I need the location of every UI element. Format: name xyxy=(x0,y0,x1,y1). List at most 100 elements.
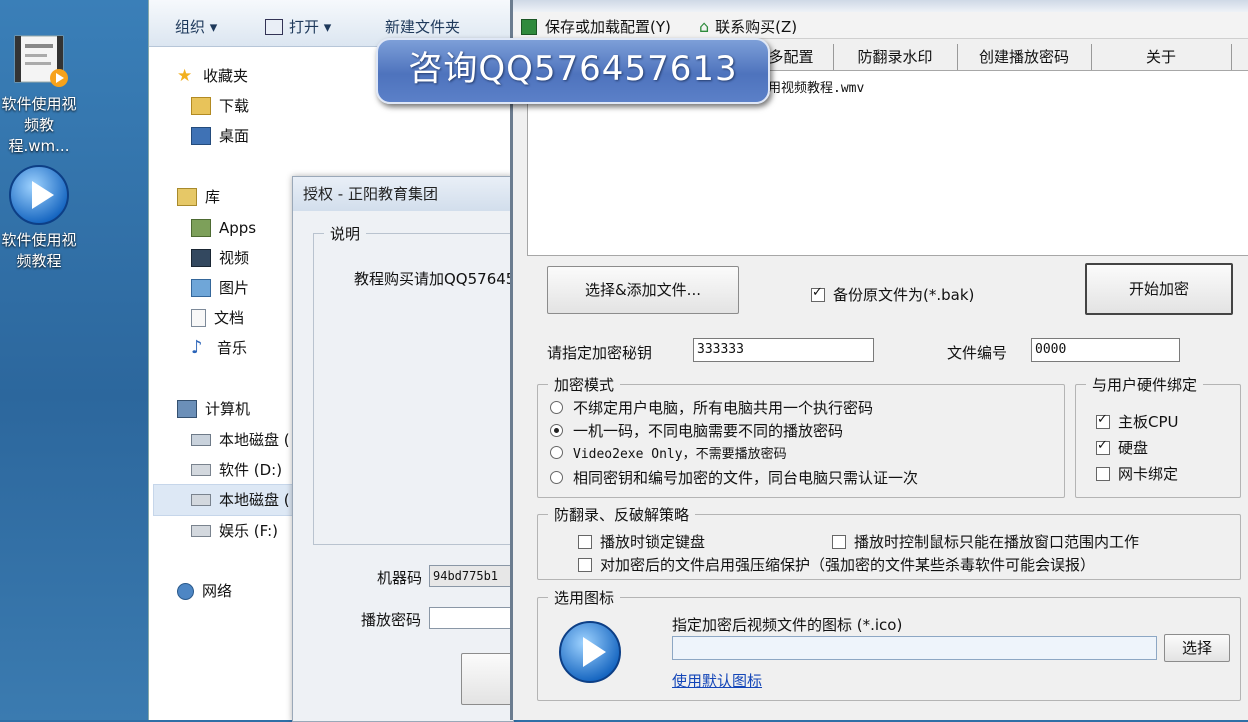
checkbox-icon xyxy=(578,534,592,549)
authorization-dialog: 授权 - 正阳教育集团 说明 教程购买请加QQ57645 机器码 94bd775… xyxy=(292,176,535,722)
home-icon: ⌂ xyxy=(699,17,710,36)
star-icon: ★ xyxy=(177,66,193,86)
mode-option-video2exe[interactable]: Video2exe Only，不需要播放密码 xyxy=(550,443,787,462)
nav-local-disk-e[interactable]: 本地磁盘 ( xyxy=(191,487,290,513)
checkbox-icon xyxy=(1096,412,1110,429)
group-label: 与用户硬件绑定 xyxy=(1086,374,1204,395)
menu-label: 联系购买(Z) xyxy=(715,18,798,36)
hw-option-hard-disk[interactable]: 硬盘 xyxy=(1096,437,1148,458)
checkbox-icon xyxy=(811,285,825,302)
nav-downloads[interactable]: 下载 xyxy=(191,93,249,119)
desktop-icon-player[interactable]: 软件使用视 频教程 xyxy=(0,164,84,272)
description-text: 教程购买请加QQ57645 xyxy=(354,270,516,288)
nav-apps[interactable]: Apps xyxy=(191,215,256,241)
strong-compression-checkbox[interactable]: 对加密后的文件启用强压缩保护（强加密的文件某些杀毒软件可能会误报） xyxy=(578,554,1095,575)
radio-label: Video2exe Only，不需要播放密码 xyxy=(573,447,787,462)
windows-drive-icon xyxy=(191,434,211,446)
mode-option-same-key[interactable]: 相同密钥和编号加密的文件，同台电脑只需认证一次 xyxy=(550,467,918,488)
nav-label: 网络 xyxy=(202,582,233,600)
lock-keyboard-checkbox[interactable]: 播放时锁定键盘 xyxy=(578,531,705,552)
confine-mouse-checkbox[interactable]: 播放时控制鼠标只能在播放窗口范围内工作 xyxy=(832,531,1139,552)
use-default-icon-link[interactable]: 使用默认图标 xyxy=(672,670,762,691)
nav-computer[interactable]: 计算机 xyxy=(177,396,250,422)
open-icon xyxy=(265,18,283,35)
nav-music[interactable]: ♪ 音乐 xyxy=(191,335,247,361)
nav-desktop[interactable]: 桌面 xyxy=(191,123,249,149)
checkbox-icon xyxy=(1096,438,1110,455)
contact-banner: 咨询QQ576457613 xyxy=(376,38,770,104)
nav-entertainment-f[interactable]: 娱乐 (F:) xyxy=(191,518,278,544)
tab-create-play-password[interactable]: 创建播放密码 xyxy=(957,44,1092,70)
anti-crack-group: 防翻录、反破解策略 播放时锁定键盘 播放时控制鼠标只能在播放窗口范围内工作 对加… xyxy=(537,504,1241,580)
radio-label: 一机一码，不同电脑需要不同的播放密码 xyxy=(573,422,844,440)
video-file-icon xyxy=(9,32,69,90)
open-button[interactable]: 打开 ▾ xyxy=(265,16,331,37)
desktop: 软件使用视 频教程.wm... 软件使用视 频教程 xyxy=(0,0,148,720)
nav-documents[interactable]: 文档 xyxy=(191,305,244,331)
checkbox-label: 播放时锁定键盘 xyxy=(600,533,706,551)
nav-label: 文档 xyxy=(214,309,245,327)
music-icon: ♪ xyxy=(191,337,203,358)
icon-description: 指定加密后视频文件的图标 (*.ico) xyxy=(672,616,903,634)
radio-label: 不绑定用户电脑，所有电脑共用一个执行密码 xyxy=(573,399,874,417)
computer-icon xyxy=(177,400,197,418)
key-input[interactable]: 333333 xyxy=(693,338,874,362)
network-icon xyxy=(177,582,194,600)
play-password-label: 播放密码 xyxy=(361,611,422,629)
menu-contact-buy[interactable]: ⌂ 联系购买(Z) xyxy=(699,16,797,37)
dialog-title: 授权 - 正阳教育集团 xyxy=(293,177,513,211)
mode-option-one-machine[interactable]: 一机一码，不同电脑需要不同的播放密码 xyxy=(550,420,843,441)
nav-software-d[interactable]: 软件 (D:) xyxy=(191,457,282,483)
file-number-input[interactable]: 0000 xyxy=(1031,338,1180,362)
icon-select-group: 选用图标 指定加密后视频文件的图标 (*.ico) 选择 使用默认图标 xyxy=(537,587,1241,701)
nav-pictures[interactable]: 图片 xyxy=(191,275,249,301)
file-number-label: 文件编号 xyxy=(947,344,1008,362)
nav-label: 图片 xyxy=(219,279,250,297)
organize-button[interactable]: 组织 ▾ xyxy=(175,16,217,37)
apps-icon xyxy=(191,219,211,237)
menu-bar: 保存或加载配置(Y) ⌂ 联系购买(Z) xyxy=(513,12,1248,39)
icon-path-input[interactable] xyxy=(672,636,1157,660)
hw-option-motherboard-cpu[interactable]: 主板CPU xyxy=(1096,411,1179,432)
select-add-files-button[interactable]: 选择&添加文件... xyxy=(547,266,739,314)
menu-label: 保存或加载配置(Y) xyxy=(545,18,671,36)
nav-label: 下载 xyxy=(219,97,250,115)
title-bar xyxy=(513,0,1248,12)
nav-videos[interactable]: 视频 xyxy=(191,245,249,271)
menu-save-load[interactable]: 保存或加载配置(Y) xyxy=(521,16,671,37)
group-label: 加密模式 xyxy=(548,374,621,395)
tab-anti-record-watermark[interactable]: 防翻录水印 xyxy=(833,44,958,70)
open-button-label: 打开 ▾ xyxy=(289,18,332,36)
choose-icon-button[interactable]: 选择 xyxy=(1164,634,1230,662)
start-encrypt-button[interactable]: 开始加密 xyxy=(1085,263,1233,315)
mode-option-no-bind[interactable]: 不绑定用户电脑，所有电脑共用一个执行密码 xyxy=(550,397,873,418)
checkbox-label: 网卡绑定 xyxy=(1118,465,1179,483)
nav-label: Apps xyxy=(219,219,257,237)
backup-checkbox[interactable]: 备份原文件为(*.bak) xyxy=(811,284,974,305)
save-icon xyxy=(521,18,537,35)
desktop-icon-label: 软件使用视 xyxy=(1,95,77,113)
nav-local-disk-c[interactable]: 本地磁盘 ( xyxy=(191,427,290,453)
checkbox-label: 硬盘 xyxy=(1118,439,1149,457)
nav-label: 收藏夹 xyxy=(203,67,249,85)
nav-favorites[interactable]: ★ 收藏夹 xyxy=(177,63,248,89)
radio-icon xyxy=(550,446,563,459)
desktop-icon-video-file[interactable]: 软件使用视 频教程.wm... xyxy=(0,32,84,157)
download-folder-icon xyxy=(191,97,211,115)
desktop-icon-label: 频教程.wm... xyxy=(8,116,70,155)
nav-label: 计算机 xyxy=(205,400,251,418)
nav-label: 本地磁盘 ( xyxy=(219,431,290,449)
new-folder-button[interactable]: 新建文件夹 xyxy=(385,16,460,37)
picture-icon xyxy=(191,279,211,297)
nav-label: 软件 (D:) xyxy=(219,461,283,479)
machine-code-label: 机器码 xyxy=(377,569,423,587)
tab-about[interactable]: 关于 xyxy=(1091,44,1232,70)
nav-libraries[interactable]: 库 xyxy=(177,184,220,210)
group-label: 说明 xyxy=(324,223,367,244)
group-label: 选用图标 xyxy=(548,587,621,608)
nav-label: 本地磁盘 ( xyxy=(219,491,290,509)
desktop-icon-label: 软件使用视 xyxy=(1,231,77,249)
hw-option-network-card[interactable]: 网卡绑定 xyxy=(1096,463,1178,484)
file-list-item[interactable]: 用视频教程.wmv xyxy=(768,77,864,96)
nav-network[interactable]: 网络 xyxy=(177,578,232,604)
